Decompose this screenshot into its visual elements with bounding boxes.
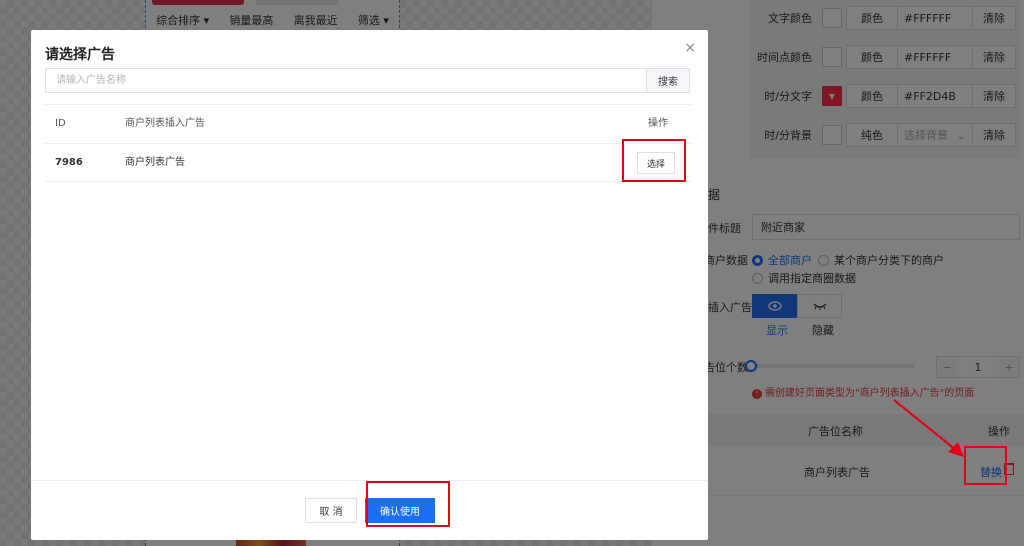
column-action: 操作 <box>648 118 668 129</box>
column-name: 商户列表插入广告 <box>125 118 205 129</box>
cancel-button[interactable]: 取 消 <box>305 498 357 523</box>
highlight-replace-link <box>964 446 1007 485</box>
ad-id-cell: 7986 <box>55 157 83 168</box>
table-row: 7986 商户列表广告 <box>45 144 691 182</box>
dialog-title: 请选择广告 <box>45 47 115 63</box>
column-id: ID <box>55 118 66 129</box>
highlight-select-button <box>622 139 686 182</box>
table-header: ID 商户列表插入广告 操作 <box>45 104 691 144</box>
highlight-confirm-button <box>366 481 450 527</box>
ad-name-cell: 商户列表广告 <box>125 157 185 168</box>
search-button[interactable]: 搜索 <box>646 68 690 93</box>
close-icon[interactable]: × <box>684 40 696 56</box>
annotation-arrow-icon <box>893 399 964 457</box>
ad-search-input[interactable] <box>45 68 647 93</box>
select-ad-dialog: 请选择广告 × 搜索 ID 商户列表插入广告 操作 7986 商户列表广告 选择… <box>31 30 708 540</box>
